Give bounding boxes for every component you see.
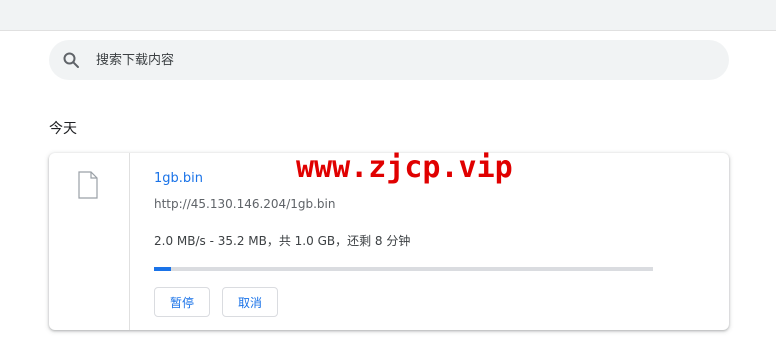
- top-toolbar: [0, 0, 776, 31]
- search-box[interactable]: [49, 40, 729, 80]
- download-status-text: 2.0 MB/s - 35.2 MB，共 1.0 GB，还剩 8 分钟: [154, 234, 411, 248]
- pause-button[interactable]: 暂停: [154, 287, 211, 317]
- file-name-link[interactable]: 1gb.bin: [154, 171, 203, 186]
- cancel-button[interactable]: 取消: [222, 287, 279, 317]
- watermark-text: www.zjcp.vip: [296, 150, 513, 185]
- download-progress-fill: [154, 267, 171, 271]
- file-source-url: http://45.130.146.204/1gb.bin: [154, 197, 336, 211]
- search-icon: [62, 51, 80, 69]
- file-icon-column: [49, 153, 130, 330]
- file-icon: [78, 171, 98, 199]
- search-input[interactable]: [94, 51, 698, 69]
- download-progress-bar: [154, 267, 653, 271]
- downloads-page: 今天 1gb.bin http://45.130.146.204/1gb.bin…: [0, 0, 776, 340]
- date-section-title: 今天: [49, 121, 77, 137]
